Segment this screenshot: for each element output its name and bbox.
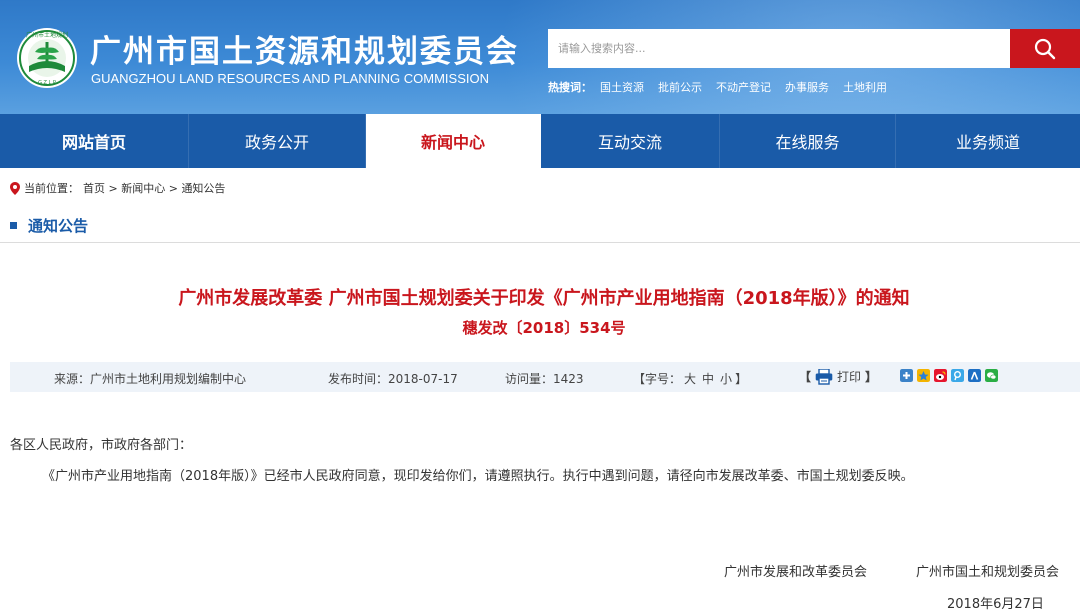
- site-logo[interactable]: 广州市土地规划 G Z L P: [15, 26, 79, 90]
- breadcrumb-prefix: 当前位置：: [24, 182, 79, 195]
- article-publish-date: 发布时间：2018-07-17: [328, 372, 458, 386]
- location-pin-icon: [10, 181, 20, 195]
- section-heading: 通知公告: [10, 214, 88, 236]
- article-greeting: 各区人民政府，市政府各部门：: [10, 438, 193, 453]
- hot-search-item[interactable]: 批前公示: [658, 79, 702, 95]
- font-size-label: 【字号：: [633, 372, 682, 386]
- hot-search-bar: 热搜词： 国土资源 批前公示 不动产登记 办事服务 土地利用: [548, 78, 901, 96]
- article-paragraph: 《广州市产业用地指南（2018年版）》已经市人民政府同意，现印发给你们，请遵照执…: [42, 469, 914, 484]
- article-signer-development-reform: 广州市发展和改革委员会: [724, 565, 868, 580]
- article-doc-number: 穗发改〔2018〕534号: [462, 319, 626, 337]
- breadcrumb: 当前位置： 首页 > 新闻中心 > 通知公告: [10, 180, 225, 196]
- font-size-small[interactable]: 小: [720, 372, 732, 386]
- main-nav: 网站首页 政务公开 新闻中心 互动交流 在线服务 业务频道: [0, 114, 1080, 168]
- share-icons: [900, 369, 1002, 382]
- font-size-medium[interactable]: 中: [702, 372, 714, 386]
- wechat-icon[interactable]: [985, 369, 998, 382]
- nav-item-interaction[interactable]: 互动交流: [541, 114, 720, 168]
- svg-text:G Z L P: G Z L P: [38, 80, 56, 86]
- search-button[interactable]: [1010, 29, 1080, 68]
- site-title: 广州市国土资源和规划委员会: [90, 34, 519, 70]
- breadcrumb-news-center[interactable]: 新闻中心: [121, 180, 165, 196]
- plus-share-icon[interactable]: [900, 369, 913, 382]
- hot-search-item[interactable]: 土地利用: [843, 79, 887, 95]
- site-subtitle: GUANGZHOU LAND RESOURCES AND PLANNING CO…: [91, 71, 489, 86]
- print-bracket-open: 【: [799, 370, 812, 384]
- weibo-icon[interactable]: [934, 369, 947, 382]
- article-meta-bar: 来源：广州市土地利用规划编制中心 发布时间：2018-07-17 访问量：142…: [10, 362, 1080, 392]
- printer-icon: [815, 368, 833, 385]
- font-size-control: 【字号：大中小】: [633, 370, 747, 387]
- nav-item-business-channel[interactable]: 业务频道: [896, 114, 1080, 168]
- article-signer-land-planning: 广州市国土和规划委员会: [916, 565, 1060, 580]
- hot-search-item[interactable]: 国土资源: [600, 79, 644, 95]
- print-bracket-close: 】: [865, 370, 878, 384]
- tencent-weibo-icon[interactable]: [951, 369, 964, 382]
- search-icon: [1034, 38, 1056, 59]
- article-source: 来源：广州市土地利用规划编制中心: [54, 372, 247, 386]
- hot-search-item[interactable]: 办事服务: [785, 79, 829, 95]
- qzone-icon[interactable]: [917, 369, 930, 382]
- search-input[interactable]: [548, 29, 1010, 68]
- nav-item-government-affairs[interactable]: 政务公开: [189, 114, 366, 168]
- nav-item-online-service[interactable]: 在线服务: [720, 114, 896, 168]
- article-sign-date: 2018年6月27日: [947, 597, 1044, 612]
- font-size-end: 】: [735, 372, 748, 386]
- article-visit-count: 访问量：1423: [505, 372, 584, 386]
- nav-item-news-center[interactable]: 新闻中心: [366, 114, 541, 168]
- site-header: 广州市土地规划 G Z L P 广州市国土资源和规划委员会 GUANGZHOU …: [0, 0, 1080, 114]
- section-divider: [0, 242, 1080, 243]
- breadcrumb-home[interactable]: 首页: [83, 180, 105, 196]
- section-title: 通知公告: [28, 216, 89, 235]
- section-marker: [10, 221, 17, 229]
- nav-item-home[interactable]: 网站首页: [0, 114, 189, 168]
- hot-search-item[interactable]: 不动产登记: [716, 79, 771, 95]
- font-size-large[interactable]: 大: [684, 372, 696, 386]
- article-title: 广州市发展改革委 广州市国土规划委关于印发《广州市产业用地指南（2018年版）》…: [178, 288, 910, 309]
- svg-text:广州市土地规划: 广州市土地规划: [26, 31, 68, 39]
- renren-icon[interactable]: [968, 369, 981, 382]
- hot-search-label: 热搜词：: [548, 81, 592, 94]
- print-button[interactable]: 【 打印 】: [799, 368, 877, 385]
- breadcrumb-separator: >: [165, 181, 182, 195]
- breadcrumb-separator: >: [105, 181, 122, 195]
- print-label: 打印: [837, 370, 862, 384]
- breadcrumb-notices[interactable]: 通知公告: [181, 180, 225, 196]
